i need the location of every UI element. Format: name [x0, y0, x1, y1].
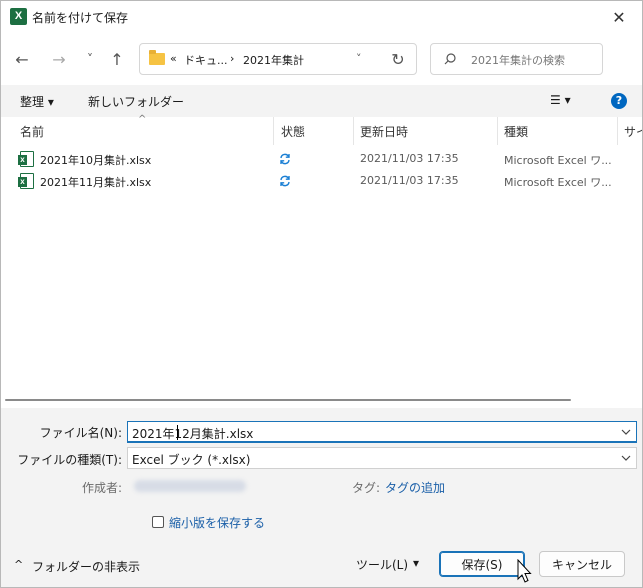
address-bar[interactable]: « ドキュ... › 2021年集計 ˅ — [139, 43, 417, 75]
title-bar: X 名前を付けて保存 ✕ — [1, 1, 642, 33]
file-name: 2021年11月集計.xlsx — [40, 176, 152, 189]
folder-icon — [149, 50, 165, 65]
search-box[interactable]: 2021年集計の検索 — [430, 43, 603, 75]
up-button[interactable]: ↑ — [105, 47, 129, 71]
organize-button[interactable]: 整理 ▾ — [20, 93, 54, 110]
forward-button[interactable]: → — [47, 47, 71, 71]
chevron-down-icon[interactable] — [620, 450, 632, 466]
horizontal-scrollbar[interactable] — [5, 399, 571, 401]
file-modified: 2021/11/03 17:35 — [360, 174, 459, 187]
chevron-down-icon[interactable] — [620, 424, 632, 440]
address-dropdown-chevron-icon[interactable]: ˅ — [356, 52, 362, 65]
filename-input[interactable]: 2021年12月集計.xlsx — [127, 421, 637, 443]
close-button[interactable]: ✕ — [596, 1, 642, 33]
add-tag-link[interactable]: タグの追加 — [385, 479, 445, 496]
sync-icon — [280, 175, 290, 187]
filename-value: 2021年12月集計.xlsx — [132, 427, 254, 441]
search-input[interactable]: 2021年集計の検索 — [471, 52, 565, 68]
dialog-title: 名前を付けて保存 — [32, 11, 129, 25]
mouse-pointer-icon — [517, 559, 532, 583]
list-item[interactable]: 2021年10月集計.xlsx 2021/11/03 17:35 Microso… — [1, 148, 642, 170]
sync-icon — [280, 153, 290, 165]
tag-label: タグ: — [352, 481, 381, 495]
filetype-select[interactable]: Excel ブック (*.xlsx) — [127, 447, 637, 469]
column-status[interactable]: 状態 — [281, 123, 305, 140]
excel-app-icon: X — [10, 8, 27, 25]
filetype-value: Excel ブック (*.xlsx) — [132, 453, 251, 467]
breadcrumb-separator: › — [230, 52, 235, 65]
file-list: 2021年10月集計.xlsx 2021/11/03 17:35 Microso… — [1, 145, 642, 395]
column-divider[interactable] — [617, 117, 618, 145]
save-thumbnail-label[interactable]: 縮小版を保存する — [169, 514, 265, 531]
column-divider[interactable] — [353, 117, 354, 145]
hide-folders-button[interactable]: フォルダーの非表示 — [32, 558, 140, 575]
column-modified[interactable]: 更新日時 — [360, 123, 408, 140]
excel-file-icon — [18, 173, 34, 189]
back-button[interactable]: ← — [10, 47, 34, 71]
filename-label: ファイル名(N): — [39, 426, 122, 440]
column-name[interactable]: 名前 — [20, 123, 44, 140]
chevron-up-icon[interactable]: ^ — [14, 558, 23, 571]
file-type: Microsoft Excel ワ... — [504, 176, 612, 189]
file-type: Microsoft Excel ワ... — [504, 154, 612, 167]
excel-file-icon — [18, 151, 34, 167]
tools-button[interactable]: ツール(L) — [356, 556, 408, 573]
sort-ascending-icon: ^ — [138, 114, 147, 125]
save-button[interactable]: 保存(S) — [439, 551, 525, 577]
refresh-button[interactable]: ↻ — [386, 47, 410, 71]
breadcrumb-overflow[interactable]: « — [170, 52, 177, 65]
tools-chevron-icon[interactable]: ▾ — [413, 556, 419, 570]
file-name: 2021年10月集計.xlsx — [40, 154, 152, 167]
save-thumbnail-checkbox[interactable] — [152, 516, 164, 528]
cancel-button[interactable]: キャンセル — [539, 551, 625, 577]
author-value-redacted[interactable] — [134, 480, 246, 492]
view-options-button[interactable]: ☰ ▾ — [550, 93, 571, 107]
list-item[interactable]: 2021年11月集計.xlsx 2021/11/03 17:35 Microso… — [1, 170, 642, 192]
search-icon — [444, 53, 456, 65]
file-modified: 2021/11/03 17:35 — [360, 152, 459, 165]
column-divider[interactable] — [497, 117, 498, 145]
recent-locations-chevron-icon[interactable]: ˅ — [78, 47, 102, 71]
text-caret — [177, 425, 178, 440]
filetype-label: ファイルの種類(T): — [17, 453, 122, 467]
author-label: 作成者: — [81, 481, 122, 495]
save-as-dialog: X 名前を付けて保存 ✕ ← → ˅ ↑ « ドキュ... › 2021年集計 … — [0, 0, 643, 588]
column-divider[interactable] — [273, 117, 274, 145]
help-icon[interactable]: ? — [611, 93, 627, 109]
column-size[interactable]: サイ — [624, 123, 642, 140]
column-type[interactable]: 種類 — [504, 123, 528, 140]
dialog-footer: ^ フォルダーの非表示 ツール(L) ▾ 保存(S) キャンセル — [1, 543, 642, 587]
command-bar: 整理 ▾ 新しいフォルダー ☰ ▾ ? — [1, 85, 642, 117]
new-folder-button[interactable]: 新しいフォルダー — [88, 93, 184, 110]
save-options-panel: ファイル名(N): 2021年12月集計.xlsx ファイルの種類(T): Ex… — [1, 408, 642, 543]
column-header: ^ 名前 状態 更新日時 種類 サイ — [1, 114, 642, 145]
breadcrumb-current[interactable]: 2021年集計 — [243, 52, 304, 68]
breadcrumb-documents[interactable]: ドキュ... — [184, 52, 228, 68]
navigation-bar: ← → ˅ ↑ « ドキュ... › 2021年集計 ˅ ↻ 2021年集計の検… — [1, 33, 642, 85]
